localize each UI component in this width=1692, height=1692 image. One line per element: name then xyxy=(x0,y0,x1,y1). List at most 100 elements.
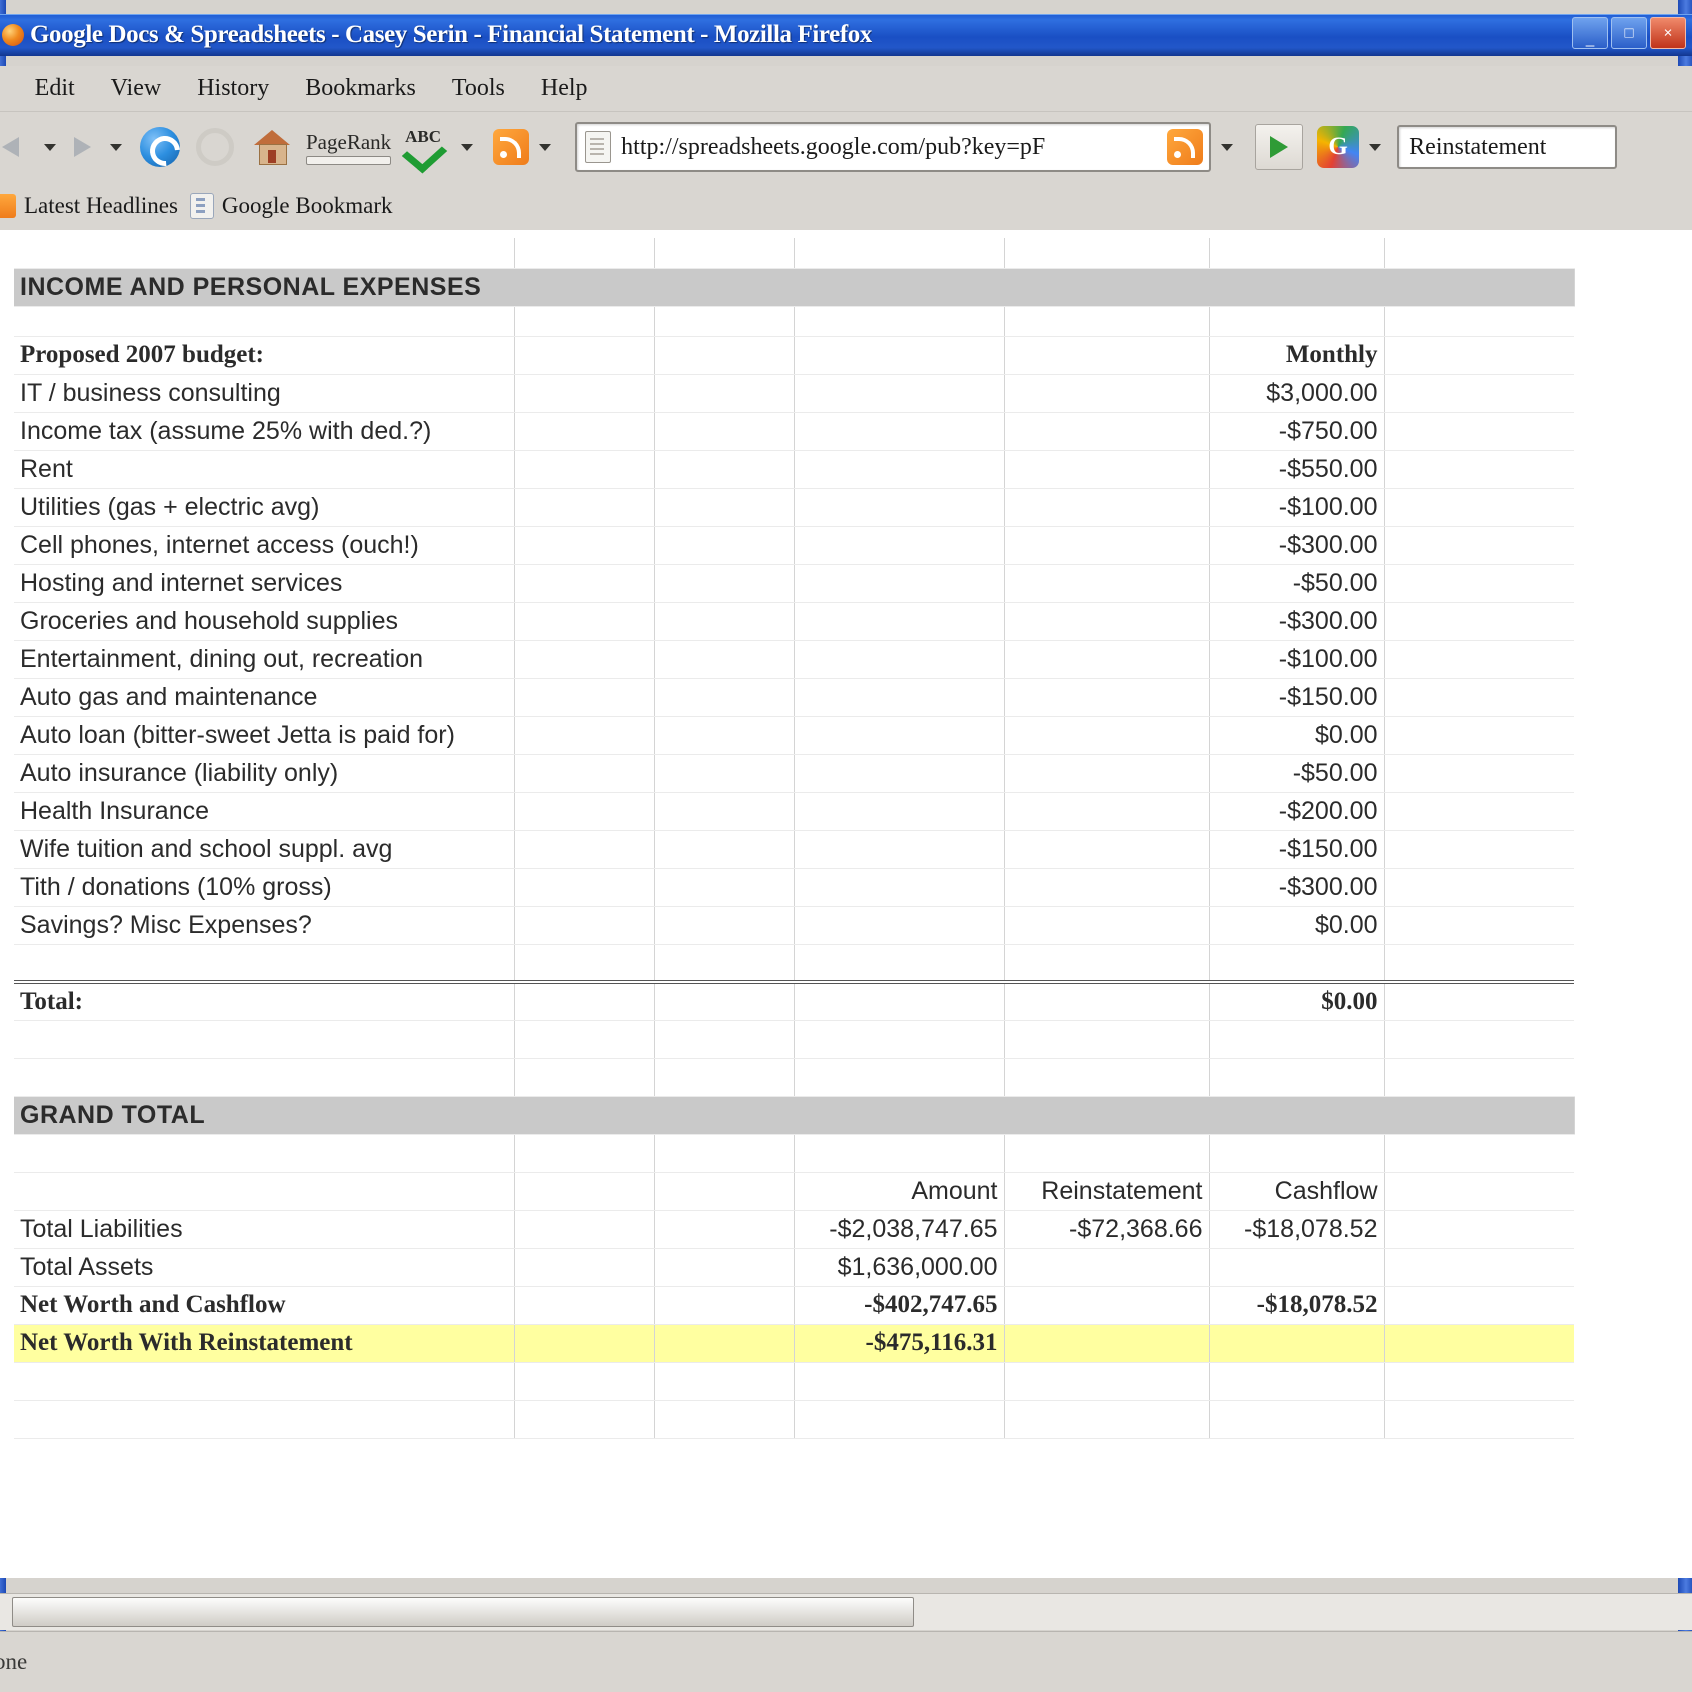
cell[interactable] xyxy=(654,1324,795,1363)
cell[interactable] xyxy=(1384,526,1574,565)
cell[interactable] xyxy=(514,1134,655,1173)
row-monthly[interactable]: -$550.00 xyxy=(1209,450,1385,489)
cell[interactable] xyxy=(654,450,795,489)
feed-icon[interactable] xyxy=(1167,129,1204,165)
row-monthly[interactable]: -$100.00 xyxy=(1209,640,1385,679)
cell[interactable] xyxy=(1209,1362,1385,1401)
cell[interactable] xyxy=(654,868,795,907)
cell[interactable] xyxy=(14,1172,515,1211)
cell[interactable] xyxy=(794,564,1005,603)
cell[interactable] xyxy=(1384,1324,1574,1363)
cell[interactable] xyxy=(514,980,655,1021)
row-label[interactable]: Total Liabilities xyxy=(14,1210,515,1249)
forward-icon[interactable] xyxy=(66,131,100,163)
cell[interactable] xyxy=(654,678,795,717)
cell[interactable] xyxy=(654,526,795,565)
cell[interactable] xyxy=(654,306,795,337)
cell[interactable] xyxy=(514,564,655,603)
cell[interactable] xyxy=(794,336,1005,375)
back-dropdown-chevron-icon[interactable] xyxy=(44,143,56,151)
cell[interactable] xyxy=(1384,716,1574,755)
cell[interactable] xyxy=(1004,1362,1210,1401)
cell[interactable] xyxy=(514,1020,655,1059)
cell[interactable] xyxy=(1004,868,1210,907)
row-cashflow[interactable]: -$18,078.52 xyxy=(1209,1286,1385,1325)
cell[interactable] xyxy=(1004,412,1210,451)
cell[interactable] xyxy=(1004,640,1210,679)
cell[interactable] xyxy=(654,238,795,269)
cell[interactable] xyxy=(14,1134,515,1173)
cell[interactable] xyxy=(1004,336,1210,375)
row-monthly[interactable]: -$100.00 xyxy=(1209,488,1385,527)
row-label[interactable]: Income tax (assume 25% with ded.?) xyxy=(14,412,515,451)
cell[interactable] xyxy=(654,792,795,831)
cell[interactable] xyxy=(654,754,795,793)
row-monthly[interactable]: -$750.00 xyxy=(1209,412,1385,451)
cell[interactable] xyxy=(794,602,1005,641)
cell[interactable] xyxy=(794,1058,1005,1097)
cell[interactable] xyxy=(514,1400,655,1439)
cell[interactable] xyxy=(654,906,795,945)
menu-item-view[interactable]: View xyxy=(93,75,180,102)
cell[interactable] xyxy=(514,1058,655,1097)
cell[interactable] xyxy=(514,306,655,337)
cell[interactable] xyxy=(514,868,655,907)
google-icon[interactable] xyxy=(1317,126,1360,168)
cell[interactable] xyxy=(1384,1362,1574,1401)
cell[interactable] xyxy=(1384,944,1574,983)
cell[interactable] xyxy=(794,640,1005,679)
cell[interactable] xyxy=(654,1134,795,1173)
cell[interactable] xyxy=(794,1020,1005,1059)
row-cashflow[interactable] xyxy=(1209,1324,1385,1363)
cell[interactable] xyxy=(514,1286,655,1325)
stop-icon[interactable] xyxy=(196,128,234,166)
cell[interactable] xyxy=(654,640,795,679)
cell[interactable] xyxy=(14,1362,515,1401)
cell[interactable] xyxy=(1209,1400,1385,1439)
cell[interactable] xyxy=(514,1324,655,1363)
cell[interactable] xyxy=(514,1362,655,1401)
cell[interactable] xyxy=(514,906,655,945)
row-amount[interactable]: -$475,116.31 xyxy=(794,1324,1005,1363)
cell[interactable] xyxy=(794,906,1005,945)
cell[interactable] xyxy=(794,1362,1005,1401)
cell[interactable] xyxy=(14,1058,515,1097)
cell[interactable] xyxy=(794,792,1005,831)
cell[interactable] xyxy=(514,602,655,641)
cell[interactable] xyxy=(514,754,655,793)
close-button[interactable]: × xyxy=(1650,17,1686,49)
cell[interactable] xyxy=(654,1058,795,1097)
address-dropdown-chevron-icon[interactable] xyxy=(1221,143,1234,151)
row-label[interactable]: Cell phones, internet access (ouch!) xyxy=(14,526,515,565)
cell[interactable] xyxy=(794,412,1005,451)
row-label[interactable]: Savings? Misc Expenses? xyxy=(14,906,515,945)
cell[interactable] xyxy=(1384,1210,1574,1249)
cell[interactable] xyxy=(514,716,655,755)
cell[interactable] xyxy=(794,306,1005,337)
search-engine-chevron-icon[interactable] xyxy=(1369,143,1382,151)
cell[interactable] xyxy=(1384,1020,1574,1059)
cell[interactable] xyxy=(514,488,655,527)
row-monthly[interactable]: -$50.00 xyxy=(1209,564,1385,603)
cell[interactable] xyxy=(514,238,655,269)
row-reinstatement[interactable] xyxy=(1004,1286,1210,1325)
cell[interactable] xyxy=(1384,1248,1574,1287)
cell[interactable] xyxy=(1209,1134,1385,1173)
menu-item-edit[interactable]: Edit xyxy=(17,75,93,102)
cell[interactable] xyxy=(654,1400,795,1439)
row-monthly[interactable]: -$50.00 xyxy=(1209,754,1385,793)
search-value[interactable]: Reinstatement xyxy=(1409,134,1546,161)
row-label[interactable]: Auto loan (bitter-sweet Jetta is paid fo… xyxy=(14,716,515,755)
cell[interactable] xyxy=(514,1210,655,1249)
cell[interactable] xyxy=(654,412,795,451)
cell[interactable] xyxy=(14,944,515,983)
home-icon[interactable] xyxy=(252,129,292,165)
cell[interactable] xyxy=(1384,374,1574,413)
cell[interactable] xyxy=(1004,526,1210,565)
cell[interactable] xyxy=(1004,306,1210,337)
cell[interactable] xyxy=(794,830,1005,869)
row-label[interactable]: Wife tuition and school suppl. avg xyxy=(14,830,515,869)
spellcheck-icon[interactable]: ABC xyxy=(401,127,451,174)
cell[interactable] xyxy=(794,374,1005,413)
row-label[interactable]: Total Assets xyxy=(14,1248,515,1287)
